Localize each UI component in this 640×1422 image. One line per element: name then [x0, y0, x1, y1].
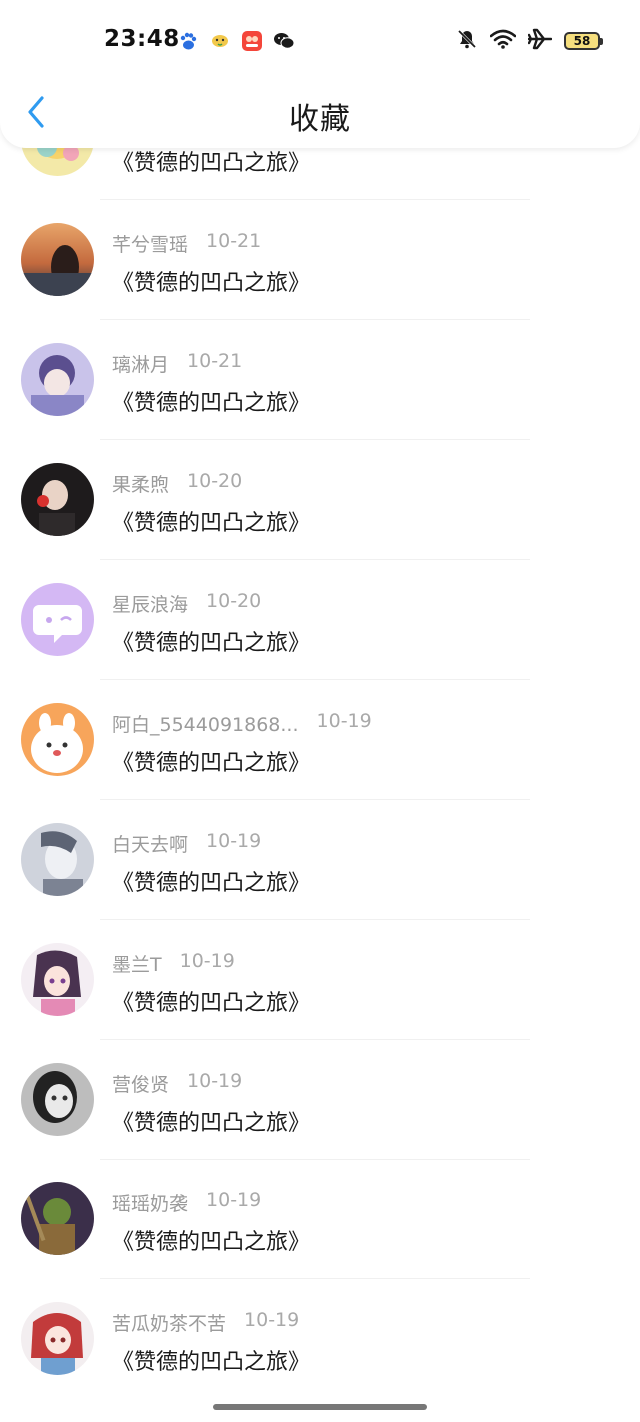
- item-username[interactable]: 璃淋月: [112, 350, 169, 377]
- item-title: 《赞德的凹凸之旅》: [112, 271, 311, 296]
- baidu-icon: [176, 29, 199, 52]
- item-meta: 芊兮雪瑶 10-21: [112, 230, 261, 257]
- list-item[interactable]: 瑶瑶奶袭 10-19 《赞德的凹凸之旅》: [0, 1160, 640, 1279]
- list-item[interactable]: 星辰浪海 10-20 《赞德的凹凸之旅》: [0, 561, 640, 680]
- item-date: 10-21: [206, 230, 262, 252]
- list-item[interactable]: 芊兮雪瑶 10-21 《赞德的凹凸之旅》: [0, 201, 640, 320]
- item-meta: 白天去啊 10-19: [112, 830, 261, 857]
- item-title: 《赞德的凹凸之旅》: [112, 871, 311, 896]
- item-date: 10-20: [206, 590, 262, 612]
- item-username[interactable]: 星辰浪海: [112, 590, 188, 617]
- item-username[interactable]: 瑶瑶奶袭: [112, 1189, 188, 1216]
- divider: [100, 919, 530, 920]
- system-icons: 58: [456, 28, 603, 54]
- top-bar: 23:48 58 收藏: [0, 0, 640, 148]
- nav-header: 收藏: [0, 82, 640, 148]
- item-date: 10-19: [206, 830, 262, 852]
- status-time: 23:48: [104, 26, 180, 52]
- battery-icon: 58: [564, 32, 603, 50]
- list-item[interactable]: 璃淋月 10-21 《赞德的凹凸之旅》: [0, 321, 640, 440]
- avatar[interactable]: [21, 1063, 94, 1136]
- item-meta: 阿白_5544091868... 10-19: [112, 710, 372, 737]
- page-title: 收藏: [289, 102, 351, 137]
- wifi-icon: [489, 29, 517, 53]
- list-item[interactable]: 营俊贤 10-19 《赞德的凹凸之旅》: [0, 1041, 640, 1160]
- avatar[interactable]: [21, 583, 94, 656]
- item-title: 《赞德的凹凸之旅》: [112, 391, 311, 416]
- divider: [100, 439, 530, 440]
- mute-icon: [456, 28, 478, 54]
- item-username[interactable]: 苦瓜奶茶不苦: [112, 1309, 226, 1336]
- avatar[interactable]: [21, 1182, 94, 1255]
- item-title: 《赞德的凹凸之旅》: [112, 151, 311, 176]
- item-username[interactable]: 阿白_5544091868...: [112, 710, 299, 737]
- item-meta: 营俊贤 10-19: [112, 1070, 242, 1097]
- item-username[interactable]: 白天去啊: [112, 830, 188, 857]
- item-meta: 璃淋月 10-21: [112, 350, 242, 377]
- list-item[interactable]: 白天去啊 10-19 《赞德的凹凸之旅》: [0, 801, 640, 920]
- item-username[interactable]: 墨兰T: [112, 950, 162, 977]
- home-indicator[interactable]: [213, 1404, 427, 1410]
- avatar[interactable]: [21, 343, 94, 416]
- item-date: 10-20: [187, 470, 243, 492]
- item-date: 10-21: [187, 350, 243, 372]
- status-bar: 23:48 58: [0, 0, 640, 82]
- item-date: 10-19: [187, 1070, 243, 1092]
- list-item[interactable]: 阿白_5544091868... 10-19 《赞德的凹凸之旅》: [0, 681, 640, 800]
- avatar[interactable]: [21, 223, 94, 296]
- avatar[interactable]: [21, 823, 94, 896]
- divider: [100, 799, 530, 800]
- list-item[interactable]: 墨兰T 10-19 《赞德的凹凸之旅》: [0, 921, 640, 1040]
- item-title: 《赞德的凹凸之旅》: [112, 1350, 311, 1375]
- airplane-icon: [527, 28, 553, 54]
- battery-level: 58: [573, 34, 591, 48]
- notification-icons: [176, 29, 295, 52]
- item-title: 《赞德的凹凸之旅》: [112, 631, 311, 656]
- item-meta: 果柔煦 10-20: [112, 470, 242, 497]
- item-title: 《赞德的凹凸之旅》: [112, 511, 311, 536]
- list-item[interactable]: 苦瓜奶茶不苦 10-19 《赞德的凹凸之旅》: [0, 1280, 640, 1399]
- item-date: 10-19: [206, 1189, 262, 1211]
- wechat-icon: [272, 29, 295, 52]
- item-meta: 瑶瑶奶袭 10-19: [112, 1189, 261, 1216]
- item-date: 10-19: [316, 710, 372, 732]
- red-app-icon: [240, 29, 263, 52]
- divider: [100, 679, 530, 680]
- avatar[interactable]: [21, 943, 94, 1016]
- item-meta: 墨兰T 10-19: [112, 950, 235, 977]
- item-title: 《赞德的凹凸之旅》: [112, 1111, 311, 1136]
- item-title: 《赞德的凹凸之旅》: [112, 1230, 311, 1255]
- divider: [100, 199, 530, 200]
- bird-app-icon: [208, 29, 231, 52]
- avatar[interactable]: [21, 1302, 94, 1375]
- divider: [100, 559, 530, 560]
- item-meta: 星辰浪海 10-20: [112, 590, 261, 617]
- item-date: 10-19: [179, 950, 235, 972]
- list-item[interactable]: 果柔煦 10-20 《赞德的凹凸之旅》: [0, 441, 640, 560]
- divider: [100, 1278, 530, 1279]
- item-title: 《赞德的凹凸之旅》: [112, 991, 311, 1016]
- item-title: 《赞德的凹凸之旅》: [112, 751, 311, 776]
- avatar[interactable]: [21, 703, 94, 776]
- divider: [100, 1039, 530, 1040]
- avatar[interactable]: [21, 463, 94, 536]
- item-date: 10-19: [244, 1309, 300, 1331]
- divider: [100, 319, 530, 320]
- item-username[interactable]: 芊兮雪瑶: [112, 230, 188, 257]
- item-username[interactable]: 营俊贤: [112, 1070, 169, 1097]
- item-meta: 苦瓜奶茶不苦 10-19: [112, 1309, 299, 1336]
- item-username[interactable]: 果柔煦: [112, 470, 169, 497]
